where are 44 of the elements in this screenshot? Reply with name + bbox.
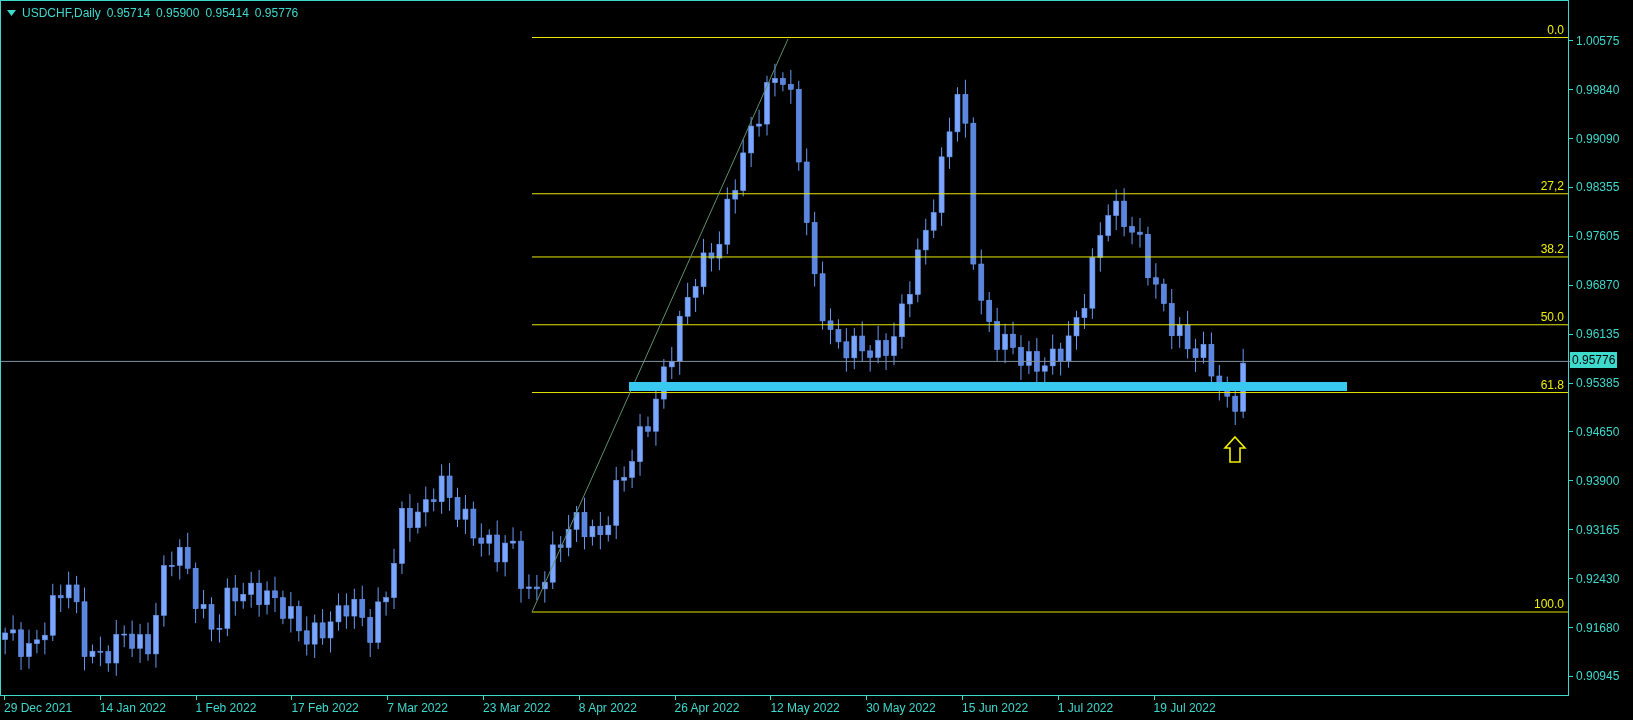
price-tick-label: 0.93900 <box>1576 472 1620 489</box>
price-tick-label: 0.92430 <box>1576 570 1620 587</box>
symbol-title: USDCHF,Daily <box>22 5 101 22</box>
date-tick-label: 8 Apr 2022 <box>578 700 637 716</box>
price-tick-label: 0.91680 <box>1576 619 1620 636</box>
price-tick-label: 0.99090 <box>1576 130 1620 147</box>
date-tick-label: 29 Dec 2021 <box>4 700 73 716</box>
price-tick-label: 1.00575 <box>1576 32 1620 49</box>
date-tick-label: 14 Jan 2022 <box>99 700 166 716</box>
price-tick-label: 0.96135 <box>1576 326 1620 343</box>
price-tick-label: 0.94650 <box>1576 423 1620 440</box>
fibonacci-line[interactable] <box>531 392 1569 394</box>
price-value: 0.95414 <box>205 5 249 22</box>
fibonacci-level-label: 0.0 <box>1547 22 1564 37</box>
current-price-tag: 0.95776 <box>1570 352 1618 369</box>
price-tick-label: 0.99840 <box>1576 81 1620 98</box>
price-tick-label: 0.93165 <box>1576 521 1620 538</box>
date-tick-label: 30 May 2022 <box>866 700 936 716</box>
trend-line[interactable] <box>531 38 789 613</box>
price-tick-label: 0.98355 <box>1576 179 1620 196</box>
date-tick-label: 23 Mar 2022 <box>483 700 551 716</box>
price-tick-label: 0.95385 <box>1576 375 1620 391</box>
date-tick-label: 7 Mar 2022 <box>387 700 448 716</box>
date-tick-label: 26 Apr 2022 <box>674 700 740 716</box>
fibonacci-level-label: 27,2 <box>1540 178 1564 193</box>
dropdown-triangle-icon[interactable] <box>7 10 16 16</box>
price-value: 0.95714 <box>106 5 151 22</box>
price-tick-label: 0.97605 <box>1576 228 1620 245</box>
up-arrow-icon[interactable] <box>1223 435 1247 463</box>
date-tick-label: 15 Jun 2022 <box>962 700 1029 716</box>
price-tick-label: 0.96870 <box>1576 277 1620 294</box>
date-tick-label: 19 Jul 2022 <box>1153 700 1216 716</box>
date-tick-label: 12 May 2022 <box>770 700 840 716</box>
date-tick-label: 17 Feb 2022 <box>291 700 359 716</box>
fibonacci-level-label: 50.0 <box>1540 309 1564 324</box>
date-tick-label: 1 Feb 2022 <box>195 700 257 716</box>
fibonacci-level-label: 38.2 <box>1540 241 1564 256</box>
price-value: 0.95900 <box>156 5 200 22</box>
price-tick-label: 0.90945 <box>1576 668 1620 685</box>
fibonacci-line[interactable] <box>531 324 1569 326</box>
date-tick-label: 1 Jul 2022 <box>1057 700 1114 716</box>
price-value: 0.95776 <box>254 5 299 22</box>
fibonacci-level-label: 61.8 <box>1540 377 1564 392</box>
fibonacci-level-label: 100.0 <box>1533 597 1564 611</box>
